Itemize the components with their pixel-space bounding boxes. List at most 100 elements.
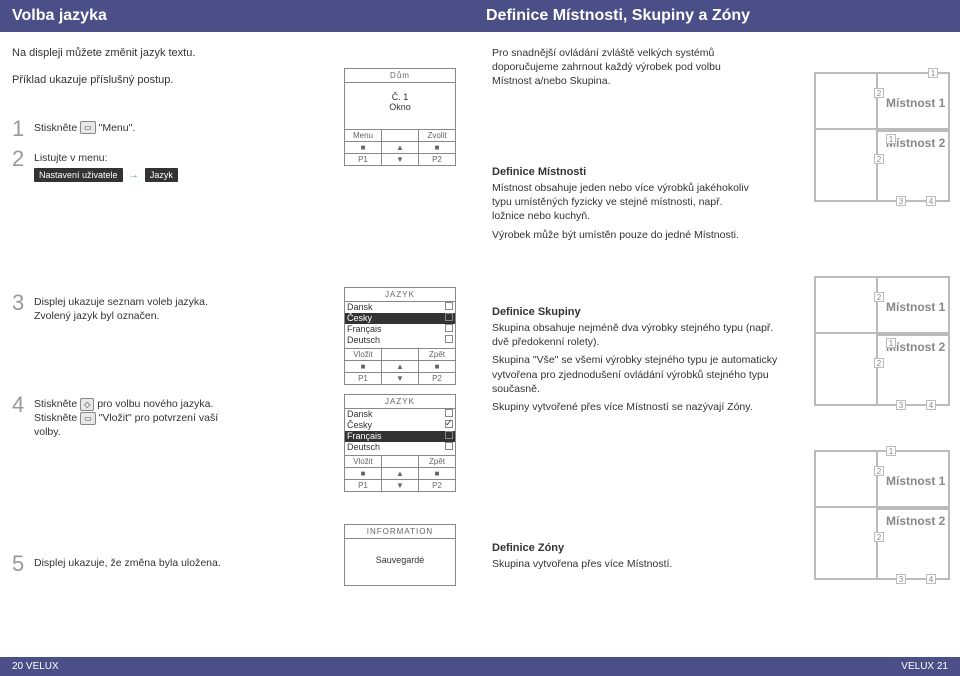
marker-1b: 1 xyxy=(886,338,896,348)
room-label-1: Místnost 1 xyxy=(886,96,945,110)
intro-text-1: Na displeji můžete změnit jazyk textu. xyxy=(12,46,232,61)
device-screen-lang-1: JAZYK Dansk Česky Français Deutsch Vloži… xyxy=(344,287,456,385)
right-intro: Pro snadnější ovládání zvláště velkých s… xyxy=(492,46,752,89)
step1-text-b: "Menu". xyxy=(99,122,136,134)
menu-path-tag-2: Jazyk xyxy=(145,168,178,182)
btn-sq2: ■ xyxy=(418,142,455,153)
lang-francais: Français xyxy=(347,431,382,442)
room-label-1: Místnost 1 xyxy=(886,300,945,314)
softkey-blank xyxy=(381,130,418,141)
def-room-text-2: Výrobek může být umístěn pouze do jedné … xyxy=(492,228,752,242)
arrow-icon: → xyxy=(125,169,142,181)
marker-3: 3 xyxy=(896,196,906,206)
page-footer-right: VELUX 21 xyxy=(480,657,960,676)
btn-up: ▲ xyxy=(381,142,418,153)
btn-p2: P2 xyxy=(418,154,455,165)
device-screen-home: Dům Č. 1 Okno Menu Zvolit ■ xyxy=(344,68,456,166)
marker-1: 1 xyxy=(928,68,938,78)
softkey-menu: Menu xyxy=(345,130,381,141)
room-label-2: Místnost 2 xyxy=(886,514,945,528)
marker-3: 3 xyxy=(896,574,906,584)
btn-dn: ▼ xyxy=(381,373,418,384)
key-icon: ▭ xyxy=(80,121,96,134)
marker-2: 2 xyxy=(874,292,884,302)
marker-2b: 2 xyxy=(874,358,884,368)
def-room-text-1: Místnost obsahuje jeden nebo více výrobk… xyxy=(492,181,752,224)
btn-dn: ▼ xyxy=(381,480,418,491)
marker-2b: 2 xyxy=(874,532,884,542)
softkey-insert: Vložit xyxy=(345,456,381,467)
lang-dansk: Dansk xyxy=(347,302,373,313)
intro-text-2: Příklad ukazuje příslušný postup. xyxy=(12,73,232,88)
def-group-title: Definice Skupiny xyxy=(492,306,782,318)
def-group-text-1: Skupina obsahuje nejméně dva výrobky ste… xyxy=(492,321,782,349)
page-title-right: Definice Místnosti, Skupiny a Zóny xyxy=(480,0,960,32)
btn-up: ▲ xyxy=(381,361,418,372)
softkey-insert: Vložit xyxy=(345,349,381,360)
floorplan-zone: Místnost 1 Místnost 2 1 2 2 3 4 xyxy=(814,450,950,580)
marker-1b: 1 xyxy=(886,134,896,144)
lang-cesky: Česky xyxy=(347,420,372,431)
btn-p1: P1 xyxy=(345,154,381,165)
screen-header: JAZYK xyxy=(345,395,455,409)
menu-path-tag-1: Nastavení uživatele xyxy=(34,168,123,182)
softkey-back: Zpět xyxy=(418,349,455,360)
step4-text-a: Stiskněte xyxy=(34,398,77,410)
def-group-text-2: Skupina "Vše" se všemi výrobky stejného … xyxy=(492,353,782,396)
marker-2b: 2 xyxy=(874,154,884,164)
step2-text: Listujte v menu: xyxy=(34,151,234,165)
marker-4: 4 xyxy=(926,574,936,584)
step-number-5: 5 xyxy=(12,553,34,575)
page-footer-left: 20 VELUX xyxy=(0,657,480,676)
lang-francais: Français xyxy=(347,324,382,335)
room-label-1: Místnost 1 xyxy=(886,474,945,488)
btn-dn: ▼ xyxy=(381,154,418,165)
marker-3: 3 xyxy=(896,400,906,410)
floorplan-room: Místnost 1 Místnost 2 1 2 1 2 3 4 xyxy=(814,72,950,202)
step-number-1: 1 xyxy=(12,118,34,140)
step-number-4: 4 xyxy=(12,394,34,416)
marker-4: 4 xyxy=(926,196,936,206)
step3-text: Displej ukazuje seznam voleb jazyka. Zvo… xyxy=(34,292,234,323)
marker-2: 2 xyxy=(874,466,884,476)
screen-header: INFORMATION xyxy=(345,525,455,539)
btn-up: ▲ xyxy=(381,468,418,479)
def-zone-title: Definice Zóny xyxy=(492,542,782,554)
lang-deutsch: Deutsch xyxy=(347,335,380,346)
btn-sq: ■ xyxy=(345,468,381,479)
def-zone-text: Skupina vytvořena přes více Místností. xyxy=(492,557,782,571)
btn-sq: ■ xyxy=(345,361,381,372)
step4-text-c: Stiskněte xyxy=(34,412,77,424)
page-title-left: Volba jazyka xyxy=(0,0,480,32)
window-label: Okno xyxy=(347,102,453,112)
window-number: Č. 1 xyxy=(347,92,453,102)
def-group-text-3: Skupiny vytvořené přes více Místností se… xyxy=(492,400,782,414)
btn-sq: ■ xyxy=(345,142,381,153)
marker-4: 4 xyxy=(926,400,936,410)
key-nav-icon: ◇ xyxy=(80,398,94,411)
btn-p1: P1 xyxy=(345,373,381,384)
softkey-select: Zvolit xyxy=(418,130,455,141)
screen-header: JAZYK xyxy=(345,288,455,302)
step4-text-b: pro volbu nového jazyka. xyxy=(97,398,213,410)
btn-sq2: ■ xyxy=(418,361,455,372)
lang-dansk: Dansk xyxy=(347,409,373,420)
saved-message: Sauvegardé xyxy=(345,539,455,585)
step-number-2: 2 xyxy=(12,148,34,170)
def-room-title: Definice Místnosti xyxy=(492,166,752,178)
step5-text: Displej ukazuje, že změna byla uložena. xyxy=(34,553,234,570)
step-number-3: 3 xyxy=(12,292,34,314)
marker-1t: 1 xyxy=(886,446,896,456)
btn-p2: P2 xyxy=(418,480,455,491)
softkey-back: Zpět xyxy=(418,456,455,467)
lang-deutsch: Deutsch xyxy=(347,442,380,453)
key-icon: ▭ xyxy=(80,412,96,425)
screen-header: Dům xyxy=(345,69,455,83)
lang-cesky: Česky xyxy=(347,313,372,324)
btn-p1: P1 xyxy=(345,480,381,491)
btn-p2: P2 xyxy=(418,373,455,384)
step1-text-a: Stiskněte xyxy=(34,122,77,134)
btn-sq2: ■ xyxy=(418,468,455,479)
floorplan-group: Místnost 1 Místnost 2 2 1 2 3 4 xyxy=(814,276,950,406)
device-screen-info: INFORMATION Sauvegardé xyxy=(344,524,456,586)
